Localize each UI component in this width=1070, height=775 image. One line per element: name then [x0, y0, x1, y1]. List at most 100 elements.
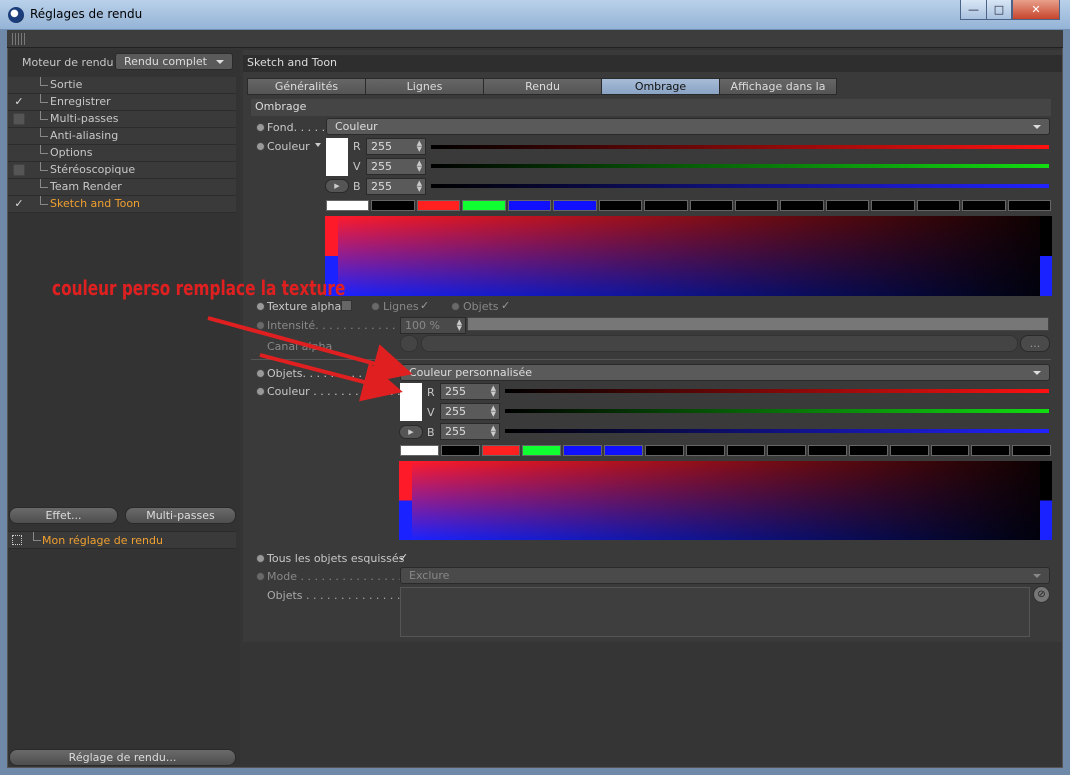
palette-swatch[interactable] [685, 445, 725, 456]
objets-dropdown[interactable]: Couleur personnalisée [400, 364, 1050, 381]
v-slider[interactable] [431, 164, 1049, 168]
palette-swatch[interactable] [1007, 200, 1051, 211]
tree-item[interactable]: ✓ Enregistrer [8, 94, 236, 111]
palette-swatch[interactable] [767, 445, 807, 456]
tree-checkbox[interactable] [13, 79, 25, 91]
mode-radio[interactable] [256, 572, 265, 581]
palette-swatch[interactable] [689, 200, 733, 211]
couleur-radio[interactable] [256, 142, 265, 151]
palette-swatch[interactable] [916, 200, 961, 211]
objets-check-radio[interactable] [451, 302, 460, 311]
grip-icon[interactable] [12, 33, 26, 45]
minimize-button[interactable]: — [960, 0, 987, 20]
play-icon[interactable]: ▶ [325, 179, 349, 193]
tree-item[interactable]: Team Render [8, 179, 236, 196]
preset-row[interactable]: Mon réglage de rendu [8, 531, 236, 549]
intensite-slider[interactable] [467, 317, 1049, 331]
v2-field[interactable]: 255 ▲ ▼ [440, 403, 500, 420]
b-field[interactable]: 255 ▲ ▼ [366, 178, 426, 195]
r2-slider[interactable] [505, 389, 1049, 393]
play-icon[interactable]: ▶ [399, 425, 423, 439]
palette-swatch[interactable] [930, 445, 970, 456]
palette-swatch[interactable] [644, 445, 684, 456]
tree-checkbox[interactable] [13, 130, 25, 142]
tree-item[interactable]: Options [8, 145, 236, 162]
tree-checkbox[interactable] [13, 164, 25, 176]
b2-slider[interactable] [505, 429, 1049, 433]
color-swatch[interactable] [326, 138, 348, 176]
palette-swatch[interactable] [871, 200, 915, 211]
render-engine-dropdown[interactable]: Rendu complet [115, 53, 233, 70]
spinner-icon[interactable]: ▲ ▼ [491, 385, 496, 398]
palette-swatch[interactable] [400, 445, 439, 456]
r-slider[interactable] [431, 145, 1049, 149]
palette-swatch[interactable] [644, 200, 688, 211]
spinner-icon[interactable]: ▲ ▼ [417, 180, 422, 193]
hue-strip-2[interactable] [399, 461, 412, 540]
spinner-icon[interactable]: ▲ ▼ [491, 425, 496, 438]
tab-rendu[interactable]: Rendu [483, 78, 602, 95]
palette-swatch[interactable] [971, 445, 1011, 456]
maximize-button[interactable]: □ [986, 0, 1012, 20]
palette-swatch[interactable] [889, 445, 929, 456]
fond-dropdown[interactable]: Couleur [326, 118, 1050, 135]
multipasses-button[interactable]: Multi-passes [125, 507, 236, 524]
tree-item[interactable]: ✓ Sketch and Toon [8, 196, 236, 213]
tree-checkbox[interactable] [13, 113, 25, 125]
color-picker-area[interactable] [338, 216, 1040, 296]
r-field[interactable]: 255 ▲ ▼ [366, 138, 426, 155]
palette-swatch[interactable] [481, 445, 521, 456]
palette-swatch[interactable] [522, 445, 562, 456]
spinner-icon[interactable]: ▲ ▼ [491, 405, 496, 418]
effet-button[interactable]: Effet... [9, 507, 118, 524]
tree-checkbox[interactable] [13, 147, 25, 159]
check-icon[interactable]: ✓ [501, 299, 513, 312]
canal-alpha-field[interactable] [421, 335, 1018, 352]
fond-radio[interactable] [256, 123, 265, 132]
check-icon[interactable]: ✓ [399, 551, 411, 564]
spinner-icon[interactable]: ▲ ▼ [417, 160, 422, 173]
palette-swatch[interactable] [734, 200, 779, 211]
palette-swatch[interactable] [1012, 445, 1051, 456]
r2-field[interactable]: 255 ▲ ▼ [440, 383, 500, 400]
spinner-icon[interactable]: ▲ ▼ [417, 140, 422, 153]
palette-swatch[interactable] [371, 200, 415, 211]
tree-checkbox[interactable]: ✓ [13, 96, 25, 108]
palette-swatch[interactable] [416, 200, 461, 211]
palette-swatch[interactable] [604, 445, 643, 456]
tab-ombrage[interactable]: Ombrage [601, 78, 720, 95]
spinner-icon[interactable]: ▲ ▼ [457, 319, 462, 332]
tab-affichage[interactable]: Affichage dans la vue [719, 78, 837, 108]
expand-icon[interactable] [315, 143, 321, 147]
tree-item[interactable]: Anti-aliasing [8, 128, 236, 145]
palette-swatch[interactable] [507, 200, 552, 211]
tree-checkbox[interactable]: ✓ [13, 198, 25, 210]
tab-lignes[interactable]: Lignes [365, 78, 484, 95]
tous-objets-radio[interactable] [256, 554, 265, 563]
palette-swatch[interactable] [808, 445, 847, 456]
v-field[interactable]: 255 ▲ ▼ [366, 158, 426, 175]
palette-swatch[interactable] [440, 445, 480, 456]
palette-swatch[interactable] [462, 200, 506, 211]
mode-dropdown[interactable]: Exclure [400, 567, 1050, 584]
tab-generalites[interactable]: Généralités [247, 78, 366, 95]
tree-checkbox[interactable] [13, 181, 25, 193]
objets-list[interactable] [400, 587, 1030, 637]
canal-alpha-browse-button[interactable]: ... [1020, 335, 1050, 352]
tree-item[interactable]: Stéréoscopique [8, 162, 236, 179]
b2-field[interactable]: 255 ▲ ▼ [440, 423, 500, 440]
tree-item[interactable]: Sortie [8, 77, 236, 94]
target-icon[interactable]: ⊘ [1033, 586, 1050, 603]
palette-swatch[interactable] [326, 200, 370, 211]
close-button[interactable]: ✕ [1012, 0, 1060, 20]
tree-item[interactable]: Multi-passes [8, 111, 236, 128]
palette-swatch[interactable] [780, 200, 824, 211]
palette-swatch[interactable] [598, 200, 643, 211]
palette-swatch[interactable] [563, 445, 603, 456]
color-picker-area-2[interactable] [412, 461, 1040, 540]
palette-swatch[interactable] [726, 445, 766, 456]
palette-swatch[interactable] [962, 200, 1006, 211]
reglage-de-rendu-button[interactable]: Réglage de rendu... [9, 749, 236, 766]
palette-swatch[interactable] [848, 445, 888, 456]
palette-swatch[interactable] [553, 200, 597, 211]
